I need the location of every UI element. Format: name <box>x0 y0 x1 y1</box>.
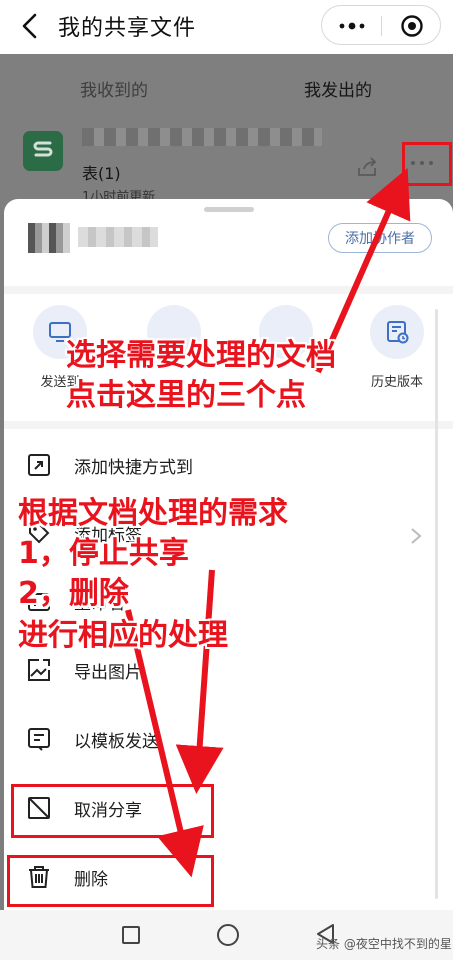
annotation-click-dots: 点击这里的三个点 <box>66 378 306 413</box>
menu-add-shortcut[interactable]: 添加快捷方式到 <box>4 437 453 493</box>
watermark: 头条 @夜空中找不到的星 <box>316 937 452 951</box>
annotation-select-doc: 选择需要处理的文档 <box>66 338 336 373</box>
more-icon[interactable] <box>336 17 368 35</box>
export-image-icon <box>28 659 50 681</box>
chevron-right-icon <box>411 528 422 544</box>
highlight-cancel-share <box>11 784 214 838</box>
page-title: 我的共享文件 <box>58 16 197 41</box>
capsule-divider <box>381 16 382 36</box>
sheet-handle[interactable] <box>204 207 254 212</box>
mini-program-capsule <box>321 5 441 45</box>
file-name-blurred <box>82 128 322 146</box>
tab-received[interactable]: 我收到的 <box>80 76 148 101</box>
highlight-more-button <box>402 142 452 186</box>
top-bar: 我的共享文件 <box>0 0 453 54</box>
scrollbar[interactable] <box>435 309 438 899</box>
template-icon <box>28 728 50 751</box>
annotation-delete: 2，删除 <box>18 576 129 611</box>
divider <box>4 421 453 429</box>
shortcut-icon <box>28 454 50 476</box>
annotation-by-need: 根据文档处理的需求 <box>18 496 288 531</box>
owner-name-blurred <box>78 227 158 247</box>
annotation-stop-share: 1，停止共享 <box>18 536 189 571</box>
action-label: 历史版本 <box>370 375 423 390</box>
system-nav-bar: 头条 @夜空中找不到的星 <box>0 910 453 960</box>
annotation-handle: 进行相应的处理 <box>18 618 228 653</box>
history-icon <box>370 305 424 359</box>
menu-label: 添加快捷方式到 <box>74 458 193 478</box>
avatar <box>28 223 70 253</box>
tab-sent[interactable]: 我发出的 <box>304 76 372 101</box>
menu-label: 导出图片 <box>74 663 142 683</box>
menu-send-as-template[interactable]: 以模板发送 <box>4 711 453 767</box>
back-arrow-icon[interactable] <box>18 12 44 40</box>
close-target-icon[interactable] <box>400 14 424 38</box>
add-collaborator-button[interactable]: 添加协作者 <box>328 223 432 253</box>
share-icon[interactable] <box>356 156 378 178</box>
divider <box>4 286 453 294</box>
recents-button[interactable] <box>122 926 140 944</box>
menu-label: 以模板发送 <box>74 732 159 752</box>
sheet-file-icon <box>23 131 63 171</box>
file-name[interactable]: 表(1) <box>82 160 121 184</box>
home-button[interactable] <box>217 924 239 946</box>
highlight-delete <box>7 855 214 907</box>
action-history[interactable]: 历史版本 <box>357 305 437 390</box>
